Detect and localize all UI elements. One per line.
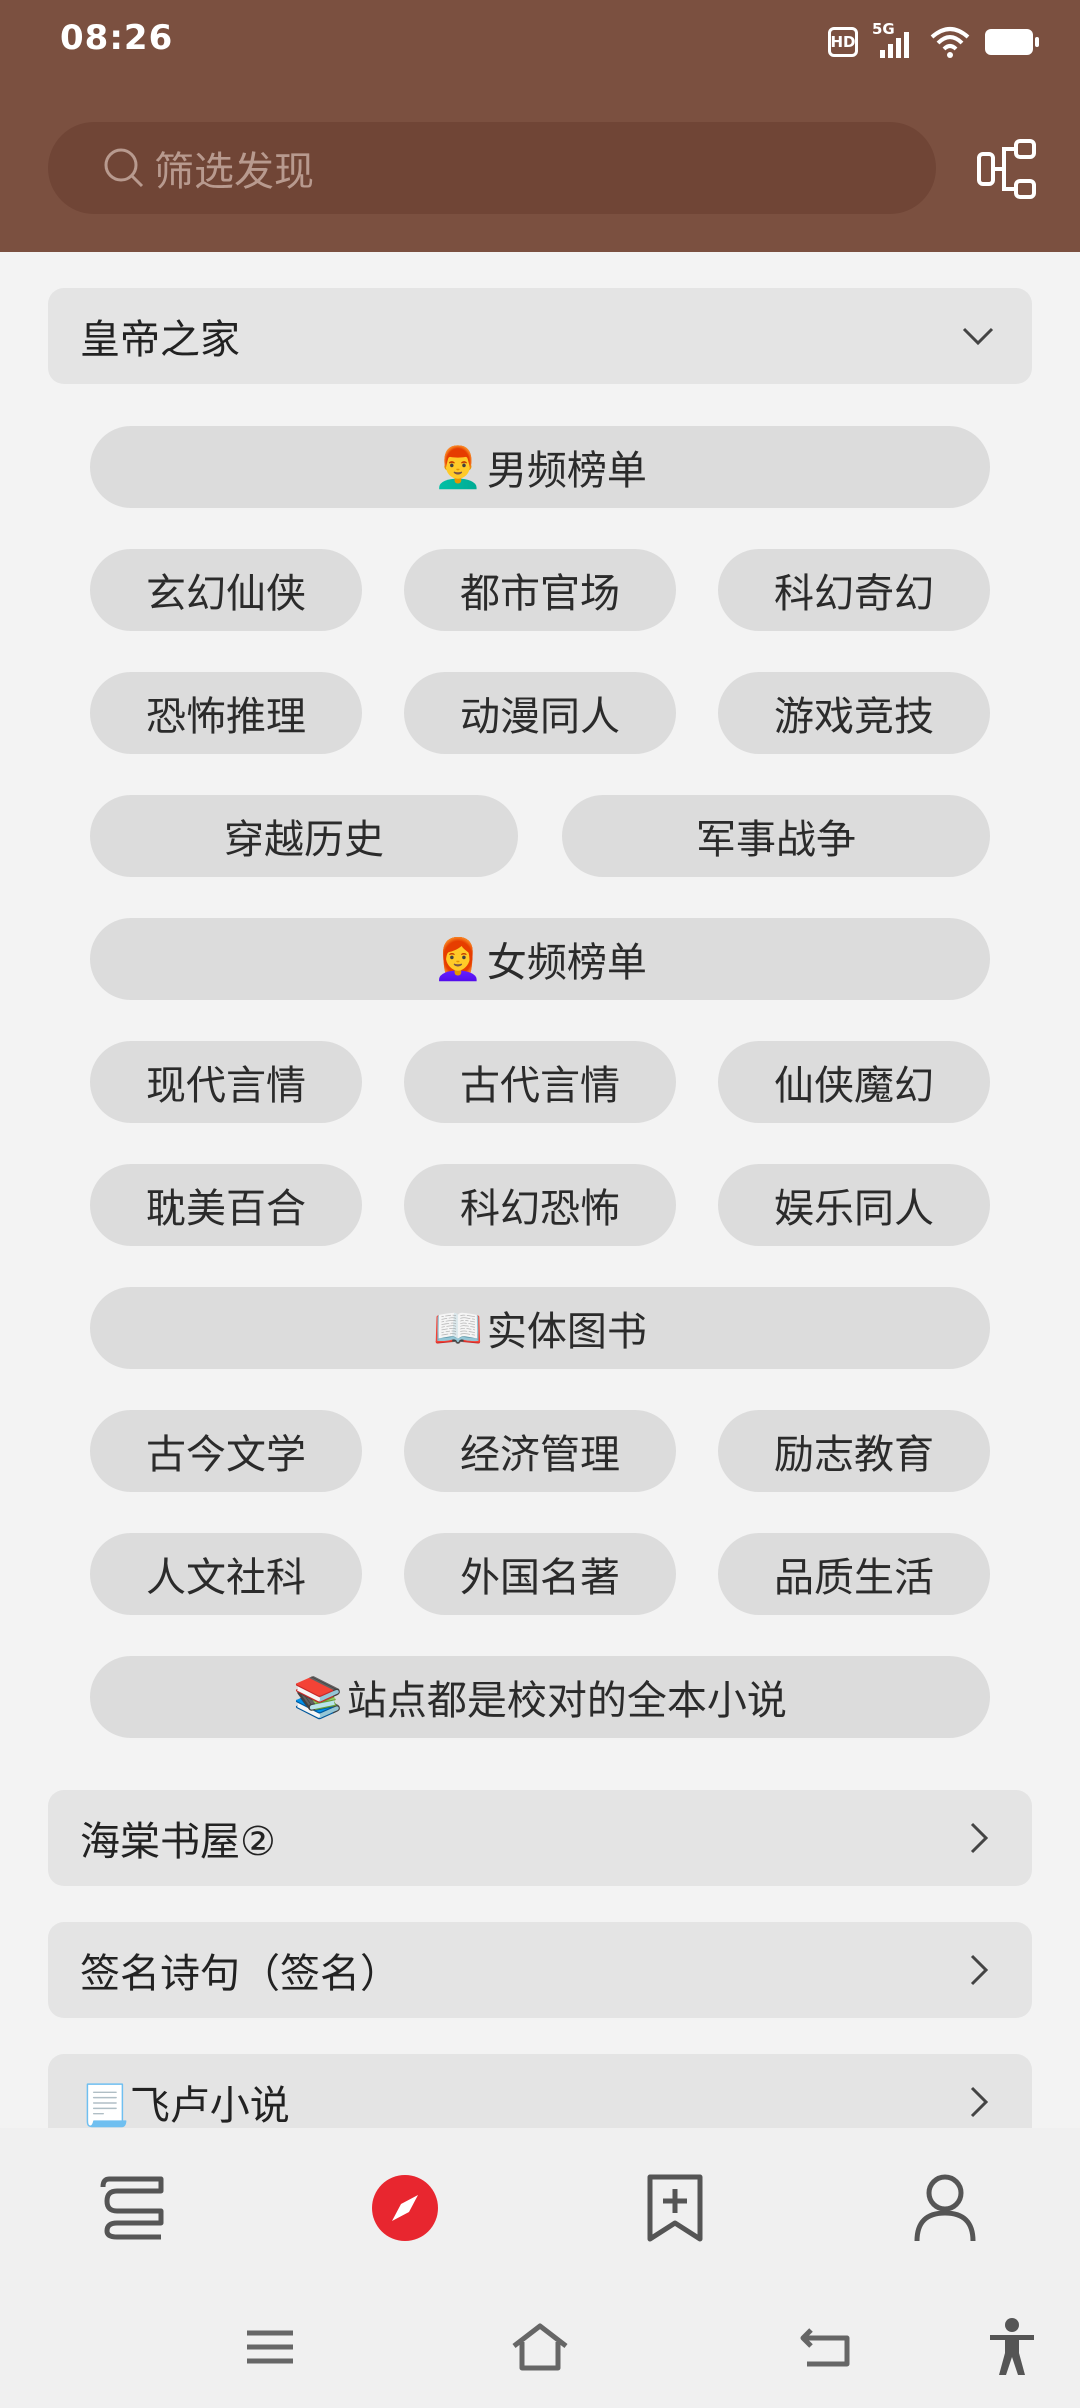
male-emoji-icon: 👨‍🦰 bbox=[433, 444, 483, 491]
home-icon bbox=[512, 2323, 568, 2371]
bookmark-add-icon bbox=[647, 2174, 703, 2242]
source-title-text: 飞卢小说 bbox=[129, 2083, 290, 2129]
section-male-rank[interactable]: 👨‍🦰 男频榜单 bbox=[90, 426, 990, 508]
section-label: 实体图书 bbox=[486, 1309, 647, 1355]
app-header: 08:26 HD 5G 筛选发现 bbox=[0, 0, 1080, 252]
source-header-haitang[interactable]: 海棠书屋② bbox=[48, 1790, 1032, 1886]
chip-category[interactable]: 科幻恐怖 bbox=[404, 1164, 676, 1246]
source-title: 海棠书屋② bbox=[80, 1819, 276, 1865]
profile-icon bbox=[914, 2174, 976, 2242]
section-label: 女频榜单 bbox=[486, 940, 647, 986]
bookshelf-icon bbox=[100, 2176, 164, 2240]
source-header-huangdi[interactable]: 皇帝之家 bbox=[48, 288, 1032, 384]
back-button[interactable] bbox=[790, 2312, 860, 2382]
nav-bookmark-add[interactable] bbox=[635, 2168, 715, 2248]
nav-bookshelf[interactable] bbox=[95, 2168, 175, 2248]
compass-icon bbox=[372, 2175, 438, 2241]
chip-category[interactable]: 耽美百合 bbox=[90, 1164, 362, 1246]
battery-icon bbox=[985, 29, 1039, 55]
section-physical-books[interactable]: 📖 实体图书 bbox=[90, 1287, 990, 1369]
chip-category[interactable]: 游戏竞技 bbox=[718, 672, 990, 754]
chip-category[interactable]: 外国名著 bbox=[404, 1533, 676, 1615]
chip-category[interactable]: 穿越历史 bbox=[90, 795, 518, 877]
back-icon bbox=[800, 2328, 850, 2367]
nav-profile[interactable] bbox=[905, 2168, 985, 2248]
accessibility-button[interactable] bbox=[977, 2312, 1047, 2382]
chip-category[interactable]: 品质生活 bbox=[718, 1533, 990, 1615]
chip-category[interactable]: 仙侠魔幻 bbox=[718, 1041, 990, 1123]
chevron-right-icon bbox=[970, 1954, 989, 1986]
section-label: 男频榜单 bbox=[486, 448, 647, 494]
section-note[interactable]: 📚 站点都是校对的全本小说 bbox=[90, 1656, 990, 1738]
chevron-down-icon bbox=[962, 327, 994, 346]
female-emoji-icon: 👩‍🦰 bbox=[433, 936, 483, 983]
status-time: 08:26 bbox=[60, 18, 174, 58]
source-title: 签名诗句（签名） bbox=[80, 1951, 400, 1997]
chip-category[interactable]: 恐怖推理 bbox=[90, 672, 362, 754]
hd-icon: HD bbox=[828, 27, 858, 57]
chevron-right-icon bbox=[970, 2086, 989, 2118]
chip-category[interactable]: 科幻奇幻 bbox=[718, 549, 990, 631]
chip-category[interactable]: 古今文学 bbox=[90, 1410, 362, 1492]
wifi-icon bbox=[930, 27, 970, 58]
books-emoji-icon: 📚 bbox=[293, 1674, 343, 1721]
menu-icon bbox=[247, 2330, 293, 2364]
source-graph-icon[interactable] bbox=[976, 138, 1038, 200]
home-button[interactable] bbox=[505, 2312, 575, 2382]
chip-category[interactable]: 现代言情 bbox=[90, 1041, 362, 1123]
chip-category[interactable]: 娱乐同人 bbox=[718, 1164, 990, 1246]
chip-category[interactable]: 都市官场 bbox=[404, 549, 676, 631]
nav-discover[interactable] bbox=[365, 2168, 445, 2248]
search-placeholder: 筛选发现 bbox=[154, 149, 314, 195]
chip-category[interactable]: 玄幻仙侠 bbox=[90, 549, 362, 631]
search-input[interactable]: 筛选发现 bbox=[48, 122, 936, 214]
chevron-right-icon bbox=[970, 1822, 989, 1854]
chip-category[interactable]: 军事战争 bbox=[562, 795, 990, 877]
status-icons: HD 5G bbox=[828, 20, 1040, 62]
bottom-navigation bbox=[0, 2128, 1080, 2288]
cellular-signal-icon: 5G bbox=[872, 20, 916, 60]
chip-category[interactable]: 人文社科 bbox=[90, 1533, 362, 1615]
chip-category[interactable]: 经济管理 bbox=[404, 1410, 676, 1492]
book-emoji-icon: 📖 bbox=[433, 1305, 483, 1352]
source-title: 📃飞卢小说 bbox=[80, 2073, 290, 2131]
chip-category[interactable]: 古代言情 bbox=[404, 1041, 676, 1123]
source-title: 皇帝之家 bbox=[80, 317, 240, 363]
system-navigation-bar bbox=[0, 2288, 1080, 2408]
source-header-signature[interactable]: 签名诗句（签名） bbox=[48, 1922, 1032, 2018]
search-icon bbox=[104, 148, 144, 188]
section-female-rank[interactable]: 👩‍🦰 女频榜单 bbox=[90, 918, 990, 1000]
accessibility-icon bbox=[990, 2318, 1034, 2375]
chip-category[interactable]: 励志教育 bbox=[718, 1410, 990, 1492]
document-emoji-icon: 📃 bbox=[80, 2083, 130, 2129]
menu-button[interactable] bbox=[235, 2312, 305, 2382]
section-label: 站点都是校对的全本小说 bbox=[346, 1678, 787, 1724]
status-bar: 08:26 HD 5G bbox=[0, 0, 1080, 84]
chip-category[interactable]: 动漫同人 bbox=[404, 672, 676, 754]
